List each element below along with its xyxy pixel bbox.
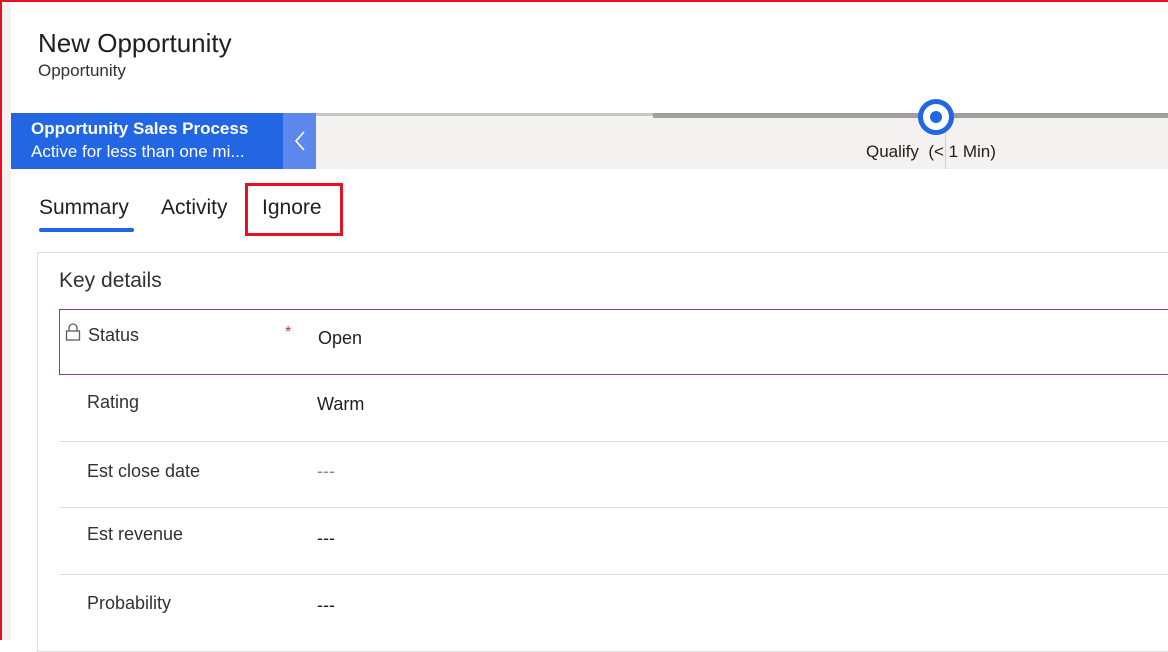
field-row-est-revenue[interactable]: Est revenue --- xyxy=(59,508,1168,575)
active-stage-indicator-icon xyxy=(918,99,954,135)
stage-qualify[interactable]: Qualify (< 1 Min) xyxy=(316,99,996,169)
field-value-est-close-date[interactable]: --- xyxy=(317,461,335,482)
field-label-probability: Probability xyxy=(87,593,172,613)
required-indicator: * xyxy=(285,324,292,341)
field-row-probability[interactable]: Probability --- xyxy=(59,575,1168,641)
business-process-flow: Opportunity Sales Process Active for les… xyxy=(11,99,1168,169)
tab-activity[interactable]: Activity xyxy=(161,192,228,224)
field-value-rating[interactable]: Warm xyxy=(317,394,364,415)
process-summary-button[interactable]: Opportunity Sales Process Active for les… xyxy=(11,113,283,169)
field-label-rating: Rating xyxy=(87,392,140,412)
field-value-est-revenue[interactable]: --- xyxy=(317,528,335,549)
entity-name: Opportunity xyxy=(38,61,126,80)
section-title: Key details xyxy=(59,269,162,292)
process-name: Opportunity Sales Process xyxy=(31,119,249,138)
selected-tab-indicator xyxy=(39,228,134,232)
field-row-status[interactable]: Status * Open xyxy=(59,309,1168,375)
lock-icon xyxy=(65,323,81,341)
tab-summary[interactable]: Summary xyxy=(39,192,129,224)
form-header: New Opportunity Opportunity xyxy=(38,26,232,82)
chevron-left-icon xyxy=(294,131,305,151)
tab-ignore[interactable]: Ignore xyxy=(262,192,322,224)
stage-name: Qualify xyxy=(866,142,919,161)
field-row-rating[interactable]: Rating Warm xyxy=(59,375,1168,442)
stage-duration: (< 1 Min) xyxy=(928,142,996,161)
field-label-est-close-date: Est close date xyxy=(87,461,201,481)
field-value-probability[interactable]: --- xyxy=(317,595,335,616)
key-details-section: Key details Status * Open Rating Warm Es… xyxy=(37,252,1168,652)
field-label-est-revenue: Est revenue xyxy=(87,524,184,544)
field-label-status: Status xyxy=(88,325,140,345)
record-title: New Opportunity xyxy=(38,28,232,58)
collapse-process-button[interactable] xyxy=(283,113,316,169)
process-status: Active for less than one mi... xyxy=(31,142,245,161)
field-value-status[interactable]: Open xyxy=(318,328,362,349)
stage-label: Qualify (< 1 Min) xyxy=(866,142,996,162)
page-left-gutter xyxy=(2,2,11,640)
field-row-est-close-date[interactable]: Est close date --- xyxy=(59,442,1168,508)
